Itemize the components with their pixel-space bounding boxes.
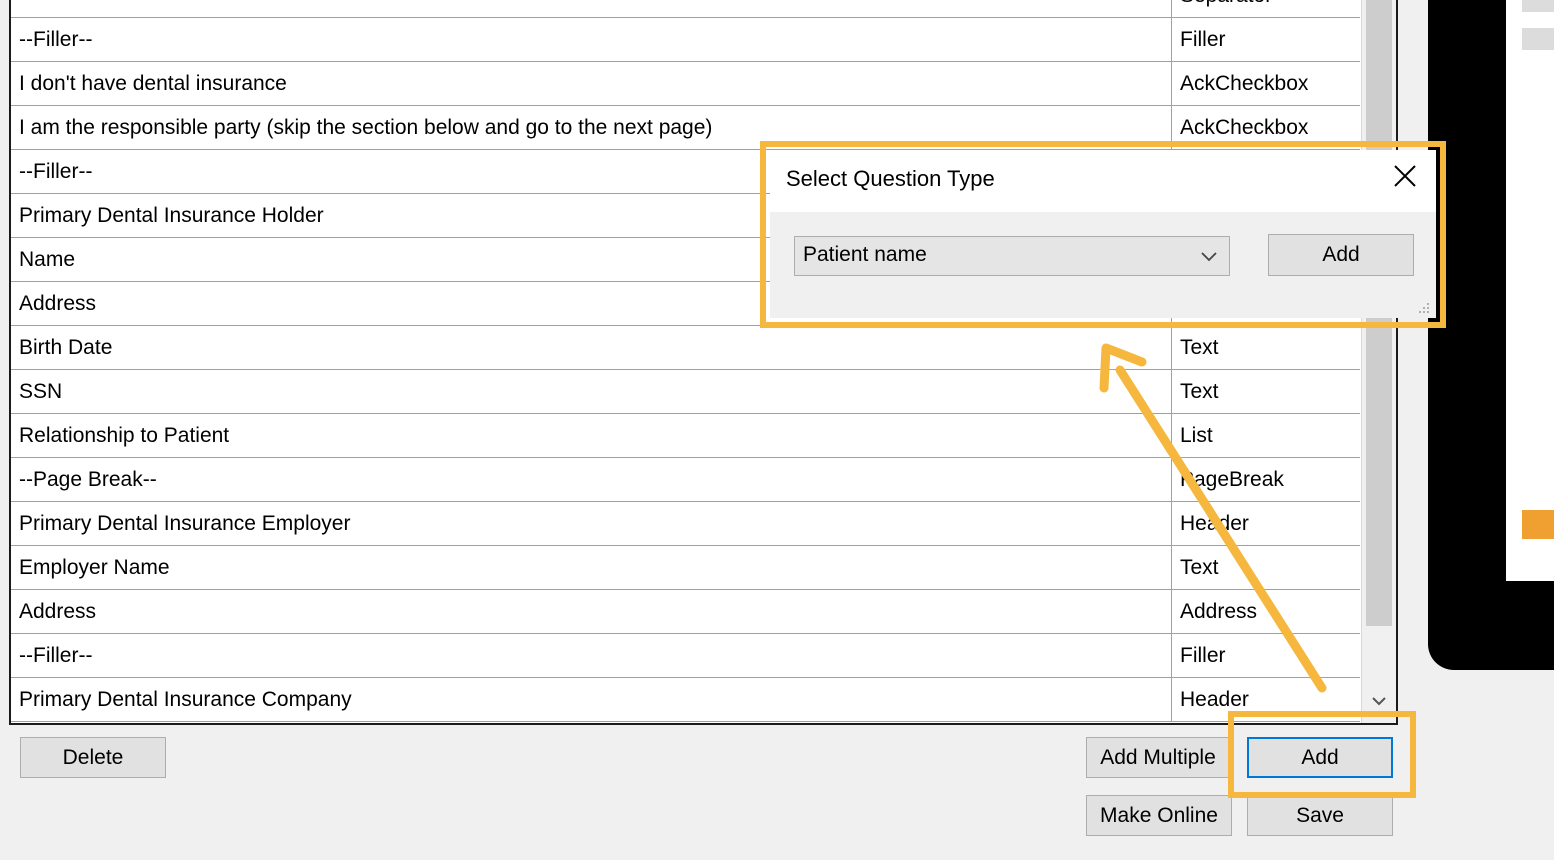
select-question-type-dialog: Select Question Type Patient name Add (770, 150, 1436, 318)
close-icon[interactable] (1390, 164, 1420, 194)
question-type-value: Patient name (803, 243, 927, 266)
annotation-arrow (1099, 343, 1327, 693)
dialog-title: Select Question Type (786, 166, 995, 191)
resize-grip-icon[interactable] (1416, 300, 1430, 314)
dialog-title-bar: Select Question Type (770, 150, 1436, 212)
question-type-select[interactable]: Patient name (794, 236, 1230, 276)
chevron-down-icon[interactable] (1199, 246, 1219, 266)
dialog-add-button[interactable]: Add (1268, 234, 1414, 276)
